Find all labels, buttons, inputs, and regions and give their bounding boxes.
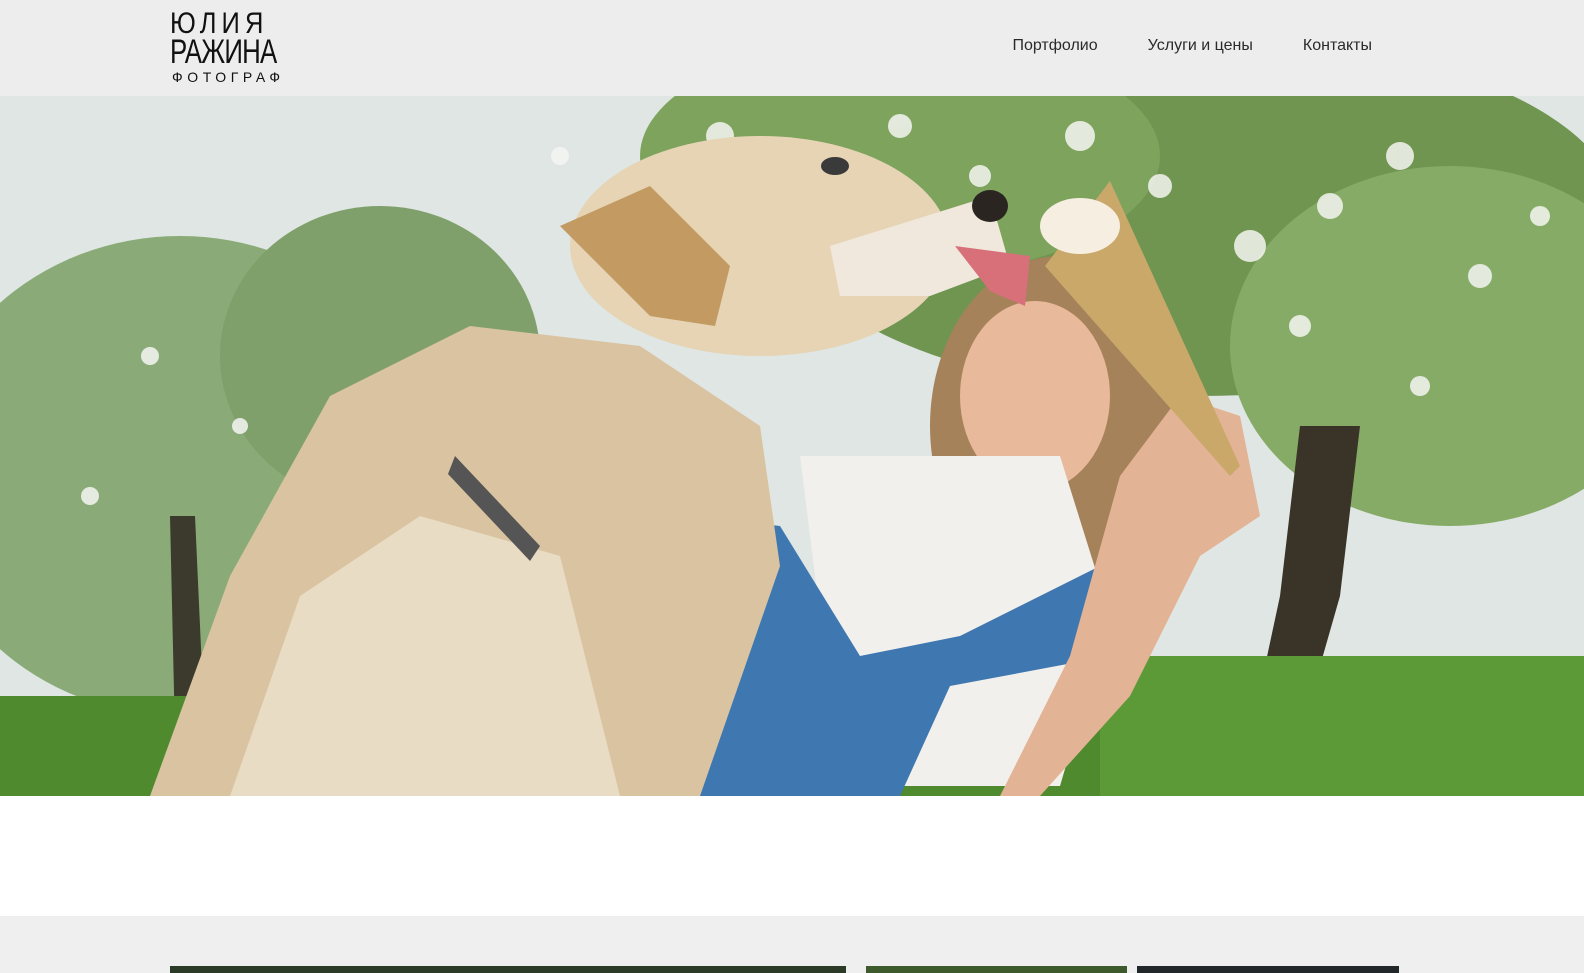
hero-photo — [0, 96, 1584, 796]
site-logo[interactable]: ЮЛИЯ РАЖИНА ФОТОГРАФ — [170, 9, 294, 87]
main-nav: Портфолио Услуги и цены Контакты — [1012, 36, 1372, 56]
hero-illustration — [0, 96, 1584, 796]
gallery-thumbnail[interactable] — [170, 966, 846, 973]
logo-last-name: РАЖИНА — [170, 33, 277, 71]
gallery-thumbnail[interactable] — [866, 966, 1127, 973]
content-spacer — [0, 796, 1584, 916]
nav-contacts[interactable]: Контакты — [1303, 36, 1372, 56]
nav-portfolio[interactable]: Портфолио — [1012, 36, 1097, 56]
logo-tagline: ФОТОГРАФ — [172, 69, 285, 85]
nav-services-prices[interactable]: Услуги и цены — [1148, 36, 1253, 56]
site-header: ЮЛИЯ РАЖИНА ФОТОГРАФ Портфолио Услуги и … — [0, 0, 1584, 96]
gallery-thumbnail[interactable] — [1137, 966, 1399, 973]
gallery-section — [0, 916, 1584, 973]
